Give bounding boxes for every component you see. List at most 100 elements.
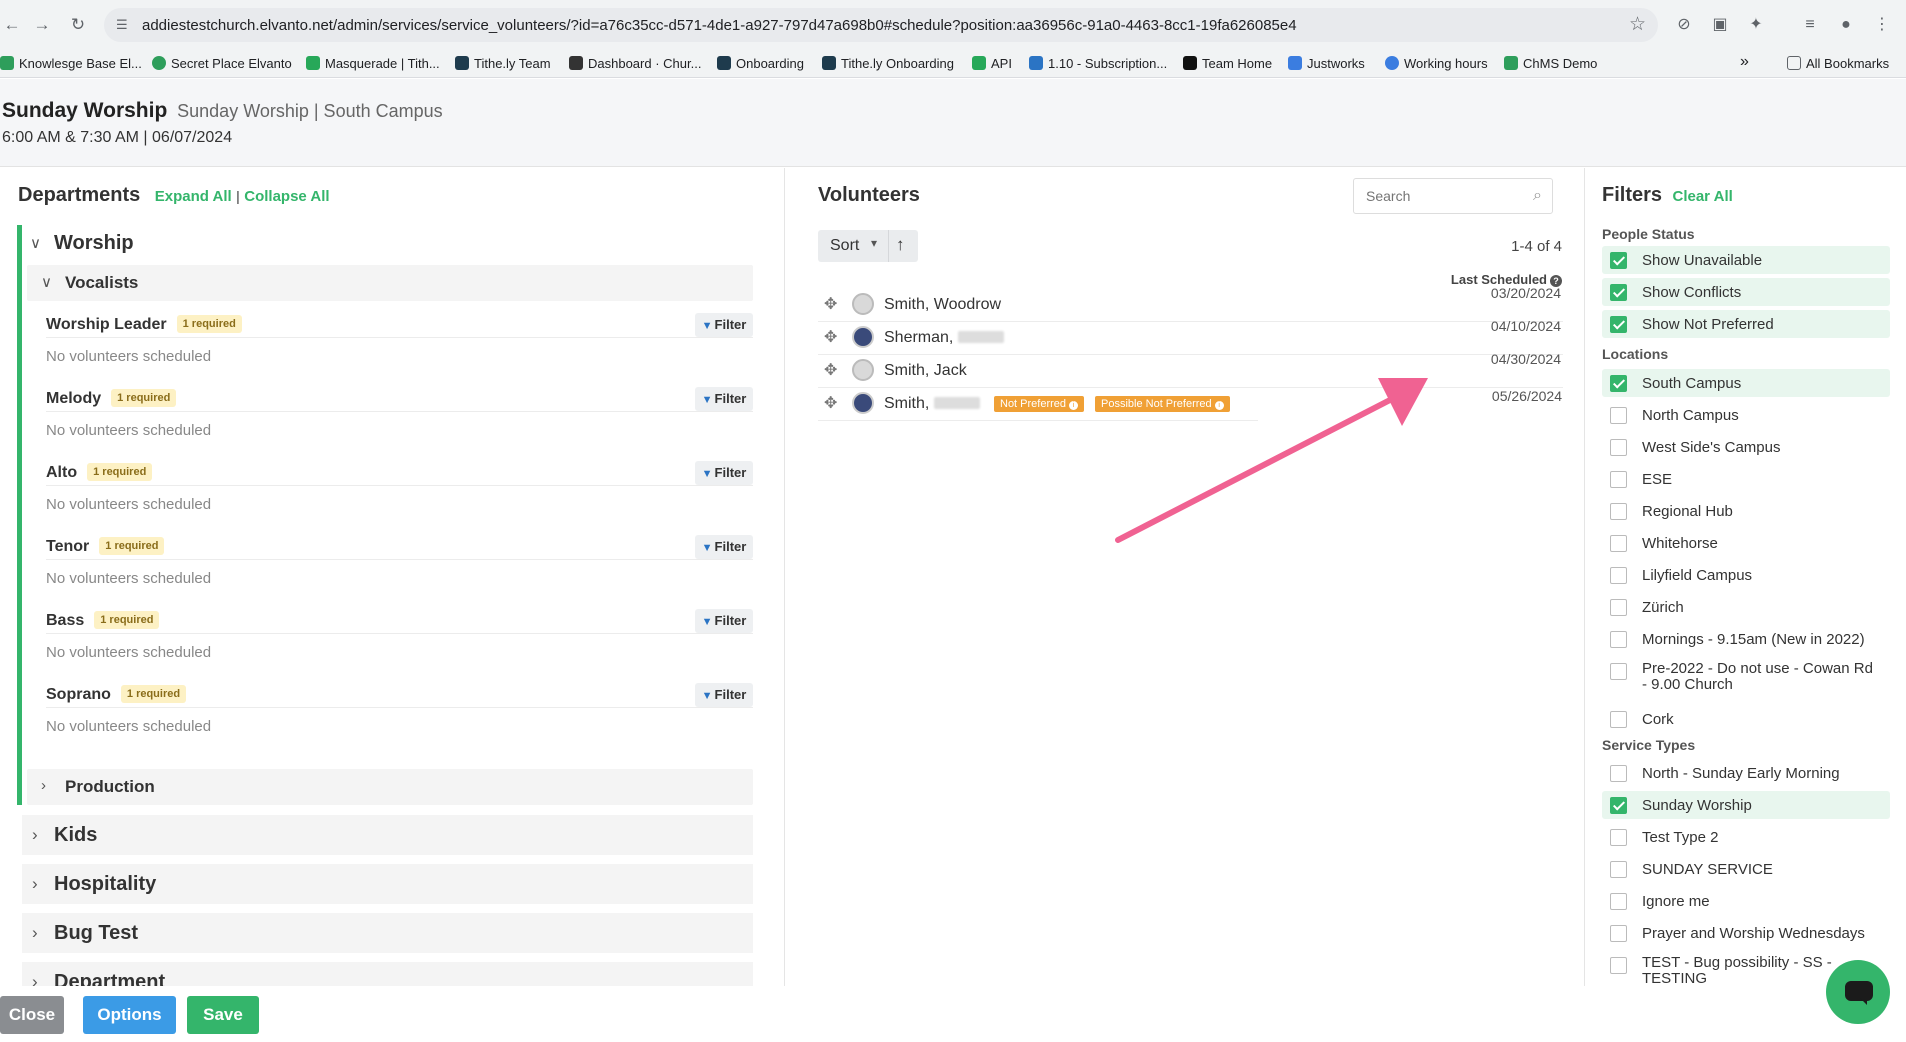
filter-option[interactable]: Show Unavailable	[1602, 246, 1890, 274]
department-kids[interactable]: › Kids	[22, 815, 753, 855]
checkbox[interactable]	[1610, 711, 1627, 728]
bookmark[interactable]: Secret Place Elvanto	[152, 56, 292, 71]
extension-icon[interactable]: ▣	[1708, 13, 1732, 37]
filter-button[interactable]: ▼ Filter	[695, 461, 753, 485]
checkbox[interactable]	[1610, 407, 1627, 424]
media-icon[interactable]: ≡	[1798, 13, 1822, 37]
checkbox[interactable]	[1610, 765, 1627, 782]
bookmark[interactable]: Justworks	[1288, 56, 1365, 71]
search-input[interactable]	[1366, 188, 1516, 204]
checkbox[interactable]	[1610, 503, 1627, 520]
address-bar[interactable]: ☰ addiestestchurch.elvanto.net/admin/ser…	[104, 8, 1658, 42]
collapse-all-link[interactable]: Collapse All	[244, 188, 329, 205]
volunteer-name[interactable]: Sherman,	[884, 329, 1004, 347]
options-button[interactable]: Options	[83, 996, 176, 1034]
filter-option[interactable]: Show Conflicts	[1602, 278, 1890, 306]
chat-launcher[interactable]	[1826, 960, 1890, 1024]
filter-option[interactable]: West Side's Campus	[1602, 433, 1890, 461]
kebab-menu-icon[interactable]: ⋮	[1870, 13, 1894, 37]
filter-option[interactable]: Show Not Preferred	[1602, 310, 1890, 338]
department-bug-test[interactable]: › Bug Test	[22, 913, 753, 953]
bookmark[interactable]: Tithe.ly Team	[455, 56, 551, 71]
expand-all-link[interactable]: Expand All	[155, 188, 232, 205]
team-vocalists[interactable]: ∨ Vocalists	[27, 265, 753, 301]
checkbox[interactable]	[1610, 567, 1627, 584]
checkbox-checked[interactable]	[1610, 252, 1627, 269]
checkbox[interactable]	[1610, 631, 1627, 648]
filter-button[interactable]: ▼ Filter	[695, 313, 753, 337]
clear-all-link[interactable]: Clear All	[1672, 188, 1732, 205]
filter-option[interactable]: Sunday Worship	[1602, 791, 1890, 819]
filter-option[interactable]: Pre-2022 - Do not use - Cowan Rd - 9.00 …	[1602, 657, 1890, 693]
bookmark[interactable]: Masquerade | Tith...	[306, 56, 440, 71]
filter-button[interactable]: ▼ Filter	[695, 683, 753, 707]
filter-option[interactable]: Lilyfield Campus	[1602, 561, 1890, 589]
filter-button[interactable]: ▼ Filter	[695, 535, 753, 559]
close-button[interactable]: Close	[0, 996, 64, 1034]
puzzle-icon[interactable]: ✦	[1744, 13, 1768, 37]
filter-option[interactable]: Test Type 2	[1602, 823, 1890, 851]
bookmark[interactable]: ChMS Demo	[1504, 56, 1597, 71]
checkbox[interactable]	[1610, 829, 1627, 846]
save-button[interactable]: Save	[187, 996, 259, 1034]
filter-option[interactable]: Whitehorse	[1602, 529, 1890, 557]
checkbox[interactable]	[1610, 599, 1627, 616]
filter-option[interactable]: North Campus	[1602, 401, 1890, 429]
filter-button[interactable]: ▼ Filter	[695, 609, 753, 633]
profile-avatar[interactable]: ●	[1834, 13, 1858, 37]
checkbox[interactable]	[1610, 535, 1627, 552]
checkbox-checked[interactable]	[1610, 284, 1627, 301]
department-department[interactable]: › Department	[22, 962, 753, 986]
bookmark[interactable]: Onboarding	[717, 56, 804, 71]
filter-option[interactable]: Mornings - 9.15am (New in 2022)	[1602, 625, 1890, 653]
filter-option[interactable]: North - Sunday Early Morning	[1602, 759, 1890, 787]
search-icon[interactable]: ⌕	[1533, 187, 1542, 205]
bookmark[interactable]: Team Home	[1183, 56, 1272, 71]
bookmark-star-icon[interactable]: ☆	[1629, 13, 1646, 36]
drag-handle-icon[interactable]: ✥	[824, 393, 837, 413]
site-settings-icon[interactable]: ☰	[116, 16, 134, 34]
department-hospitality[interactable]: › Hospitality	[22, 864, 753, 904]
filter-option[interactable]: Prayer and Worship Wednesdays	[1602, 919, 1890, 947]
volunteer-name[interactable]: Smith, Jack	[884, 362, 967, 380]
volunteer-row[interactable]: ✥ Sherman, 04/10/2024	[818, 318, 1563, 355]
volunteer-name[interactable]: Smith,	[884, 395, 980, 413]
filter-option[interactable]: SUNDAY SERVICE	[1602, 855, 1890, 883]
sort-control[interactable]: Sort ▾ ↑	[818, 230, 918, 262]
drag-handle-icon[interactable]: ✥	[824, 294, 837, 314]
extension-icon[interactable]: ⊘	[1672, 13, 1696, 37]
bookmark[interactable]: Working hours	[1385, 56, 1488, 71]
more-bookmarks-icon[interactable]: »	[1740, 53, 1749, 71]
bookmark[interactable]: API	[972, 56, 1012, 71]
bookmark[interactable]: Dashboard · Chur...	[569, 56, 701, 71]
url-text[interactable]: addiestestchurch.elvanto.net/admin/servi…	[142, 17, 1297, 34]
filter-option[interactable]: Regional Hub	[1602, 497, 1890, 525]
back-icon[interactable]: ←	[0, 13, 24, 37]
all-bookmarks[interactable]: All Bookmarks	[1787, 56, 1889, 71]
checkbox[interactable]	[1610, 439, 1627, 456]
checkbox[interactable]	[1610, 893, 1627, 910]
team-production[interactable]: › Production	[27, 769, 753, 805]
bookmark[interactable]: Knowlesge Base El...	[0, 56, 142, 71]
checkbox-checked[interactable]	[1610, 797, 1627, 814]
sort-direction-icon[interactable]: ↑	[896, 235, 905, 255]
department-worship[interactable]: Worship	[54, 232, 134, 255]
reload-icon[interactable]: ↻	[66, 13, 90, 37]
checkbox[interactable]	[1610, 861, 1627, 878]
drag-handle-icon[interactable]: ✥	[824, 360, 837, 380]
bookmark[interactable]: Tithe.ly Onboarding	[822, 56, 954, 71]
checkbox[interactable]	[1610, 471, 1627, 488]
volunteer-row[interactable]: ✥ Smith, Woodrow 03/20/2024	[818, 285, 1563, 322]
checkbox-checked[interactable]	[1610, 316, 1627, 333]
filter-option[interactable]: ESE	[1602, 465, 1890, 493]
bookmark[interactable]: 1.10 - Subscription...	[1029, 56, 1167, 71]
volunteer-name[interactable]: Smith, Woodrow	[884, 296, 1001, 314]
search-box[interactable]: ⌕	[1353, 178, 1553, 214]
filter-button[interactable]: ▼ Filter	[695, 387, 753, 411]
caret-down-icon[interactable]: ▾	[871, 236, 877, 250]
checkbox-checked[interactable]	[1610, 375, 1627, 392]
checkbox[interactable]	[1610, 663, 1627, 680]
not-preferred-tag[interactable]: Not Preferred i	[994, 396, 1085, 412]
filter-option[interactable]: South Campus	[1602, 369, 1890, 397]
sort-button[interactable]: Sort	[830, 237, 859, 255]
